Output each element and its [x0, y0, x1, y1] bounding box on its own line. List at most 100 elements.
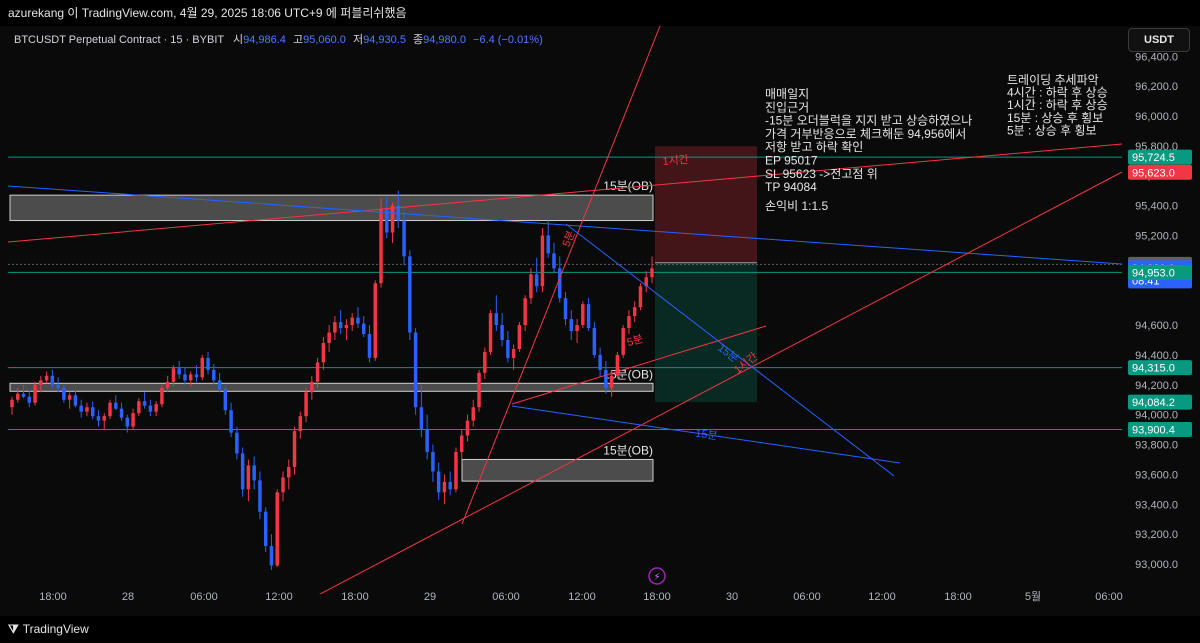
candle-body: [477, 372, 481, 408]
candle-body: [73, 395, 78, 406]
candle-body: [338, 322, 343, 329]
trade-note-line: 진입근거: [765, 100, 809, 114]
candle-body: [604, 369, 608, 388]
candle-body: [171, 368, 176, 382]
lightning-glyph: ⚡: [653, 572, 660, 583]
x-tick-label: 06:00: [793, 591, 821, 603]
risk-reward-text: 손익비 1:1.5: [765, 199, 828, 213]
candle-body: [390, 205, 395, 233]
candle-body: [67, 395, 72, 400]
candle-body: [206, 357, 210, 370]
candle-body: [165, 381, 170, 388]
candle-body: [142, 401, 147, 406]
candle-body: [281, 477, 285, 493]
candle-body: [460, 435, 464, 452]
open-label: 시: [232, 34, 244, 46]
candle-body: [598, 354, 602, 370]
price-badge-label: 94,315.0: [1132, 363, 1175, 375]
open-value: 94,986.4: [243, 34, 286, 46]
candle-body: [114, 402, 118, 409]
trade-note-line: 저항 받고 하락 확인: [765, 140, 863, 154]
candle-body: [137, 401, 141, 414]
y-tick-label: 95,400.0: [1135, 201, 1178, 213]
candle-body: [275, 492, 279, 566]
candle-body: [217, 380, 222, 390]
y-tick-label: 95,200.0: [1135, 230, 1178, 242]
candle-body: [33, 384, 37, 403]
candle-body: [356, 317, 360, 324]
candle-body: [431, 452, 435, 472]
candle-body: [517, 325, 522, 349]
price-badge-label: 94,953.0: [1132, 267, 1175, 279]
candle-body: [581, 304, 585, 326]
x-tick-label: 18:00: [643, 591, 671, 603]
y-tick-label: 96,000.0: [1135, 111, 1178, 123]
candle-body: [632, 307, 637, 317]
candle-body: [350, 317, 354, 326]
y-tick-label: 94,000.0: [1135, 410, 1178, 422]
y-tick-label: 93,400.0: [1135, 499, 1178, 511]
candle-body: [263, 511, 268, 547]
candle-body: [500, 325, 504, 340]
candle-body: [361, 323, 366, 335]
trade-note-line: 매매일지: [765, 87, 809, 101]
candle-body: [609, 375, 614, 388]
candle-body: [506, 340, 510, 358]
candle-body: [523, 298, 527, 326]
y-tick-label: 96,200.0: [1135, 81, 1178, 93]
candle-body: [160, 387, 164, 405]
candle-body: [10, 399, 14, 408]
candle-body: [148, 405, 153, 412]
candle-body: [62, 387, 66, 400]
candle-body: [39, 380, 43, 385]
candle-body: [529, 274, 533, 299]
candle-body: [327, 332, 331, 343]
candle-body: [315, 362, 320, 382]
candle-body: [44, 375, 49, 381]
candle-body: [471, 407, 475, 421]
price-badge-label: 95,724.5: [1132, 152, 1175, 164]
candle-body: [125, 417, 130, 427]
x-tick-label: 06:00: [190, 591, 218, 603]
candle-body: [442, 481, 447, 493]
x-tick-label: 12:00: [568, 591, 596, 603]
y-tick-label: 94,200.0: [1135, 380, 1178, 392]
y-tick-label: 93,600.0: [1135, 469, 1178, 481]
candle-body: [21, 393, 26, 397]
candle-body: [563, 298, 568, 320]
footer-brand: TradingView: [22, 622, 89, 636]
tradingview-logo[interactable]: ⧩ TradingView: [8, 616, 89, 643]
candle-body: [494, 313, 499, 326]
candle-body: [621, 328, 625, 355]
candle-body: [200, 357, 204, 378]
candle-body: [56, 384, 60, 388]
candle-body: [379, 208, 383, 284]
high-label: 고: [292, 34, 304, 46]
candle-body: [419, 407, 424, 430]
candle-body: [287, 466, 291, 478]
candle-body: [131, 413, 135, 427]
close-value: 94,980.0: [423, 34, 466, 46]
candle-body: [177, 368, 181, 375]
candle-body: [16, 393, 20, 400]
candle-body: [638, 286, 643, 308]
publish-caption: azurekang 이 TradingView.com, 4월 29, 2025…: [0, 0, 1200, 26]
x-tick-label: 29: [424, 591, 436, 603]
candle-body: [235, 432, 239, 454]
candlestick-chart[interactable]: 15분(OB)15분(OB)15분(OB)1시간1시간15분15분5분5분매매일…: [0, 26, 1200, 616]
candle-body: [321, 342, 326, 363]
candle-body: [223, 389, 228, 411]
price-badge-label: 95,623.0: [1132, 167, 1175, 179]
candle-body: [183, 374, 187, 381]
x-tick-label: 18:00: [944, 591, 972, 603]
candle-body: [650, 268, 654, 278]
x-tick-label: 12:00: [868, 591, 896, 603]
candle-body: [575, 325, 579, 332]
y-tick-label: 93,000.0: [1135, 559, 1178, 571]
candle-body: [194, 374, 199, 378]
candle-body: [304, 392, 308, 417]
candle-body: [569, 319, 574, 332]
candle-body: [154, 404, 158, 412]
currency-button[interactable]: USDT: [1128, 28, 1190, 52]
y-tick-label: 93,200.0: [1135, 529, 1178, 541]
